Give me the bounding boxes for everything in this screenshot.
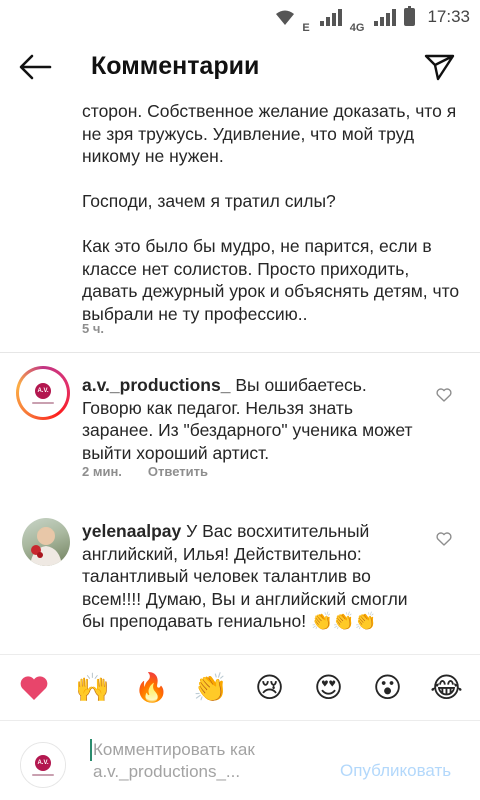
avatar[interactable] (22, 518, 70, 566)
back-arrow-icon[interactable] (18, 54, 52, 80)
heart-eyes-emoji[interactable]: 😍 (305, 664, 353, 712)
page-title: Комментарии (91, 52, 260, 80)
crying-face-emoji[interactable]: 😢 (246, 664, 294, 712)
logo-mark: A.V. (35, 382, 51, 399)
wifi-icon (276, 8, 295, 26)
logo-mark: A.V. (35, 754, 51, 771)
signal-icon (319, 8, 342, 26)
avatar[interactable]: A.V. (16, 366, 70, 420)
placeholder-line: Комментировать как (93, 740, 255, 759)
caption-paragraph: Как это было бы мудро, не парится, если … (82, 236, 460, 324)
signal-icon-2 (374, 8, 397, 26)
placeholder-line: a.v._productions_... (93, 762, 241, 781)
comment-text: yelenaalpay У Вас восхитительный английс… (82, 520, 414, 633)
comment-timestamp: 2 мин. (82, 464, 122, 479)
heart-outline-icon[interactable] (436, 532, 452, 546)
emoji-quick-bar: 🙌 🔥 👏 😢 😍 😮 😂 (0, 654, 480, 720)
network-e-label: E (302, 22, 310, 34)
post-caption: сторон. Собственное желание доказать, чт… (82, 100, 462, 325)
raising-hands-emoji[interactable]: 🙌 (69, 664, 117, 712)
status-bar: E 4G 17:33 (0, 0, 480, 34)
tears-of-joy-emoji[interactable]: 😂 (423, 664, 471, 712)
post-timestamp: 5 ч. (82, 321, 105, 336)
comment-text: a.v._productions_ Вы ошибаетесь. Говорю … (82, 374, 414, 464)
battery-icon (404, 6, 416, 26)
reply-button[interactable]: Ответить (148, 464, 208, 479)
comment-username[interactable]: yelenaalpay (82, 521, 181, 541)
caption-paragraph: Господи, зачем я тратил силы? (82, 191, 336, 211)
clapping-hands-emoji[interactable]: 👏 (187, 664, 235, 712)
text-caret (90, 739, 92, 761)
publish-button[interactable]: Опубликовать (340, 761, 451, 781)
surprised-face-emoji[interactable]: 😮 (364, 664, 412, 712)
comment-composer: A.V. Комментировать как a.v._productions… (0, 720, 480, 800)
caption-paragraph: сторон. Собственное желание доказать, чт… (82, 101, 457, 166)
network-4g-label: 4G (349, 22, 365, 34)
heart-outline-icon[interactable] (436, 388, 452, 402)
status-time: 17:33 (427, 7, 470, 26)
direct-send-icon[interactable] (424, 52, 456, 82)
comment-username[interactable]: a.v._productions_ (82, 375, 230, 395)
avatar: A.V. (20, 742, 66, 788)
heart-emoji[interactable] (10, 664, 58, 712)
divider (0, 352, 480, 353)
comment-input-placeholder: Комментировать как a.v._productions_... (93, 739, 255, 783)
header: Комментарии (0, 34, 480, 100)
fire-emoji[interactable]: 🔥 (128, 664, 176, 712)
comment-meta: 2 мин. Ответить (82, 464, 208, 479)
